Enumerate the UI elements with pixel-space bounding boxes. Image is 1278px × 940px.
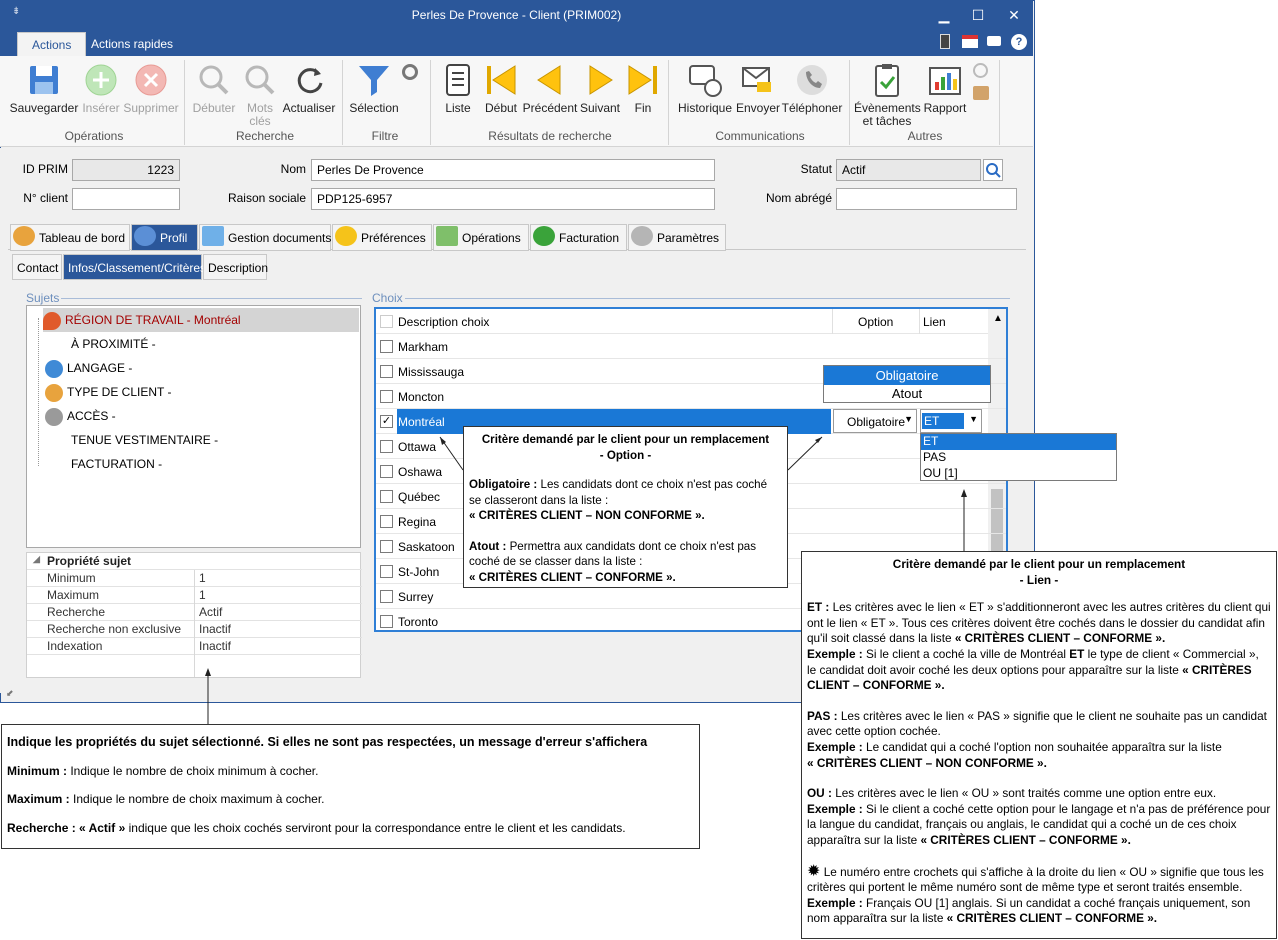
callout-lien-ou: OU : Les critères avec le lien « OU » so… (807, 786, 1271, 802)
callout-option-atout: Atout : Permettra aux candidats dont ce … (469, 539, 782, 586)
callout-quote: « CRITÈRES CLIENT – CONFORME ». (954, 631, 1166, 646)
callout-lien-title: Critère demandé par le client pour un re… (892, 557, 1186, 571)
callout-term: Exemple : (807, 739, 863, 754)
callout-text: Le candidat qui a coché l'option non sou… (866, 739, 1222, 754)
callout-option-obligatoire: Obligatoire : Les candidats dont ce choi… (469, 477, 782, 524)
callout-lien-subtitle: - Lien - (1019, 572, 1059, 587)
callout-lien-example-3: Exemple : Si le client a coché cette opt… (807, 802, 1271, 849)
callout-term: Maximum : (7, 792, 70, 807)
callout-props-minimum: Minimum : Indique le nombre de choix min… (7, 764, 694, 780)
connector-line (787, 436, 823, 471)
callout-text: Permettra aux candidats dont ce choix n'… (469, 539, 757, 569)
callout-lien-example-2: Exemple : Le candidat qui a coché l'opti… (807, 740, 1271, 771)
callout-option-subtitle: - Option - (599, 448, 652, 462)
callout-text: Les critères avec le lien « OU » sont tr… (835, 786, 1217, 801)
callout-text: Indique le nombre de choix maximum à coc… (73, 792, 325, 807)
callout-lien: Critère demandé par le client pour un re… (801, 551, 1277, 939)
callout-term: PAS : (807, 708, 838, 723)
callout-term: ET : (807, 600, 830, 615)
callout-quote: « CRITÈRES CLIENT – CONFORME ». (946, 911, 1158, 926)
callout-text: Si le client a coché la ville de Montréa… (866, 646, 1067, 661)
callout-option-title: Critère demandé par le client pour un re… (481, 433, 770, 446)
callout-term: Atout : (469, 539, 507, 553)
callout-term: Exemple : (807, 895, 863, 910)
callout-text: indique que les choix cochés serviront p… (128, 821, 626, 836)
callout-props-title: Indique les propriétés du sujet sélectio… (7, 735, 648, 749)
callout-lien-note: ✹ Le numéro entre crochets qui s'affiche… (807, 862, 1271, 896)
callout-term: Recherche : « Actif » (7, 821, 126, 836)
connector-arrow (961, 489, 967, 497)
callout-term: OU : (807, 786, 832, 801)
callout-option: Critère demandé par le client pour un re… (463, 426, 788, 588)
starburst-icon: ✹ (807, 862, 821, 880)
callout-text: Indique le nombre de choix minimum à coc… (70, 763, 319, 778)
callout-props-recherche: Recherche : « Actif » indique que les ch… (7, 821, 694, 837)
callout-text: Les critères avec le lien « PAS » signif… (807, 708, 1267, 739)
callout-text: Le numéro entre crochets qui s'affiche à… (807, 864, 1264, 895)
callout-quote: « CRITÈRES CLIENT – CONFORME ». (469, 570, 676, 584)
callout-term: Obligatoire : (469, 478, 538, 491)
callout-lien-example-4: Exemple : Français OU [1] anglais. Si un… (807, 896, 1271, 927)
callout-proprietes: Indique les propriétés du sujet sélectio… (1, 724, 700, 849)
callout-quote: « CRITÈRES CLIENT – CONFORME ». (920, 832, 1131, 847)
callout-term: ET (1069, 646, 1085, 661)
callout-term: Exemple : (807, 646, 863, 661)
callout-props-maximum: Maximum : Indique le nombre de choix max… (7, 792, 694, 808)
callout-lien-example-1: Exemple : Si le client a coché la ville … (807, 647, 1271, 694)
callout-quote: « CRITÈRES CLIENT – NON CONFORME ». (807, 755, 1047, 770)
callout-term: Exemple : (807, 801, 863, 816)
callout-quote: « CRITÈRES CLIENT – NON CONFORME ». (469, 509, 705, 522)
callout-lien-pas: PAS : Les critères avec le lien « PAS » … (807, 709, 1271, 740)
callout-lien-et: ET : Les critères avec le lien « ET » s'… (807, 600, 1271, 647)
callout-term: Minimum : (7, 763, 67, 778)
connector-arrow (205, 668, 211, 676)
